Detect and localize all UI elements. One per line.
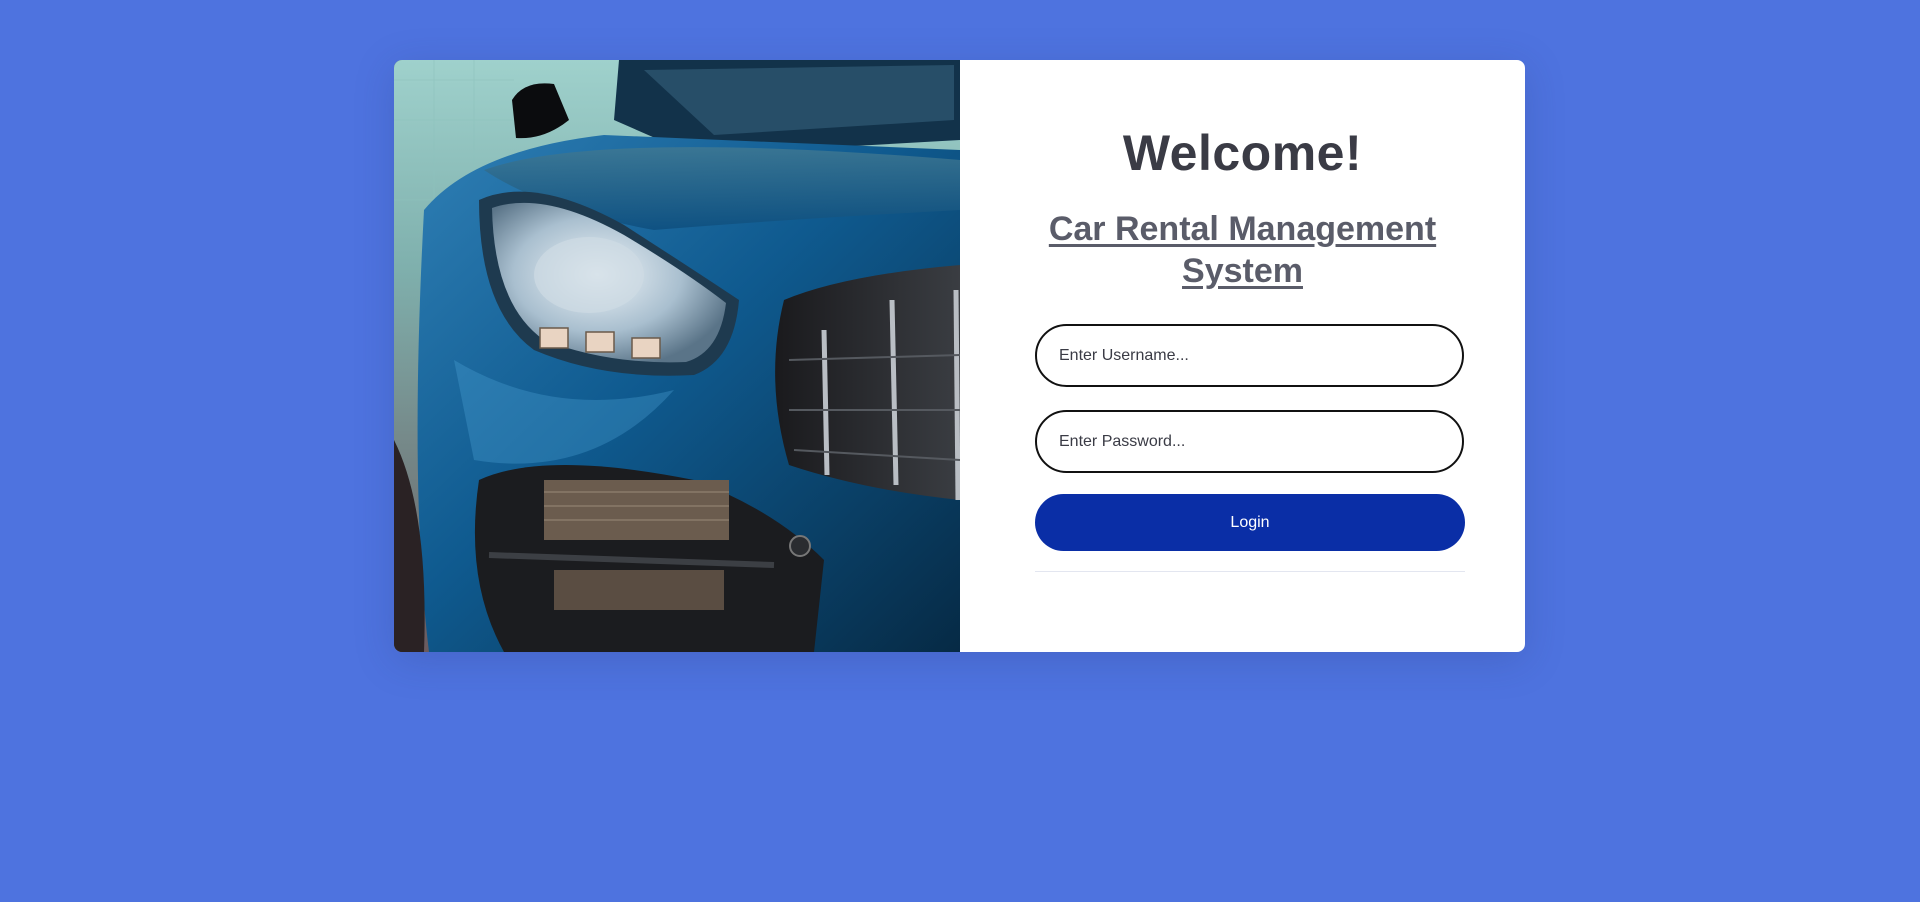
app-subtitle: Car Rental Management System (1048, 210, 1437, 290)
divider (1035, 571, 1465, 572)
car-hero-image (394, 60, 960, 652)
login-button[interactable]: Login (1035, 494, 1465, 551)
welcome-title: Welcome! (1122, 125, 1363, 181)
username-input[interactable] (1035, 324, 1464, 387)
password-input[interactable] (1035, 410, 1464, 473)
